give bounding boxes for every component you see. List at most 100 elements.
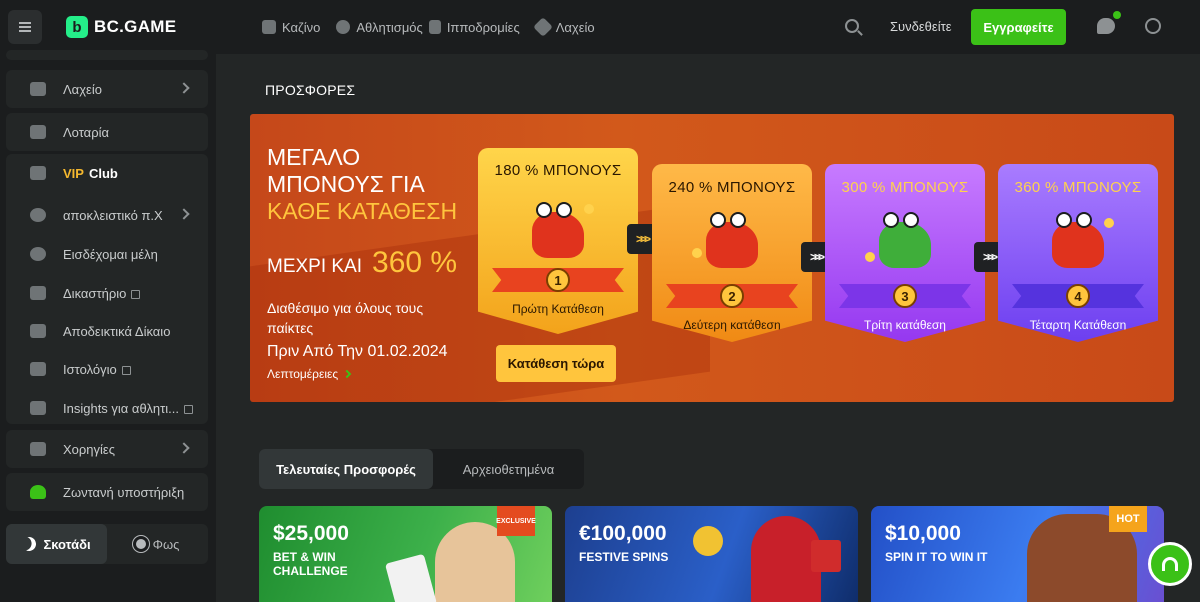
bonus-card-1[interactable]: 180 % ΜΠΟΝΟΥΣ 1 Πρώτη Κατάθεση xyxy=(478,148,638,334)
sidebar: Λαχείο Λοταρία VIP Club αποκλειστικό π.Χ … xyxy=(0,50,216,602)
upto-label: ΜΕΧΡΙ ΚΑΙ xyxy=(267,256,363,277)
mascot-body xyxy=(706,222,758,268)
nav-casino-label: Καζίνο xyxy=(282,19,321,35)
sidebar-item-label: Ζωντανή υποστήριξη xyxy=(63,484,185,500)
court-icon xyxy=(30,286,46,300)
chat-icon[interactable] xyxy=(1097,18,1115,34)
sidebar-item-vip-club[interactable]: VIP Club xyxy=(6,154,208,192)
coin-icon xyxy=(692,248,702,258)
sidebar-item-label: Χορηγίες xyxy=(63,441,115,457)
exclusive-badge: EXCLUSIVE xyxy=(496,506,536,536)
promo-subtitle-line: FESTIVE SPINS xyxy=(579,550,669,564)
club-label: Club xyxy=(88,165,118,181)
mascot-eye xyxy=(903,212,919,228)
logo-text: BC.GAME xyxy=(94,17,177,36)
promo-card-spin-to-win[interactable]: $10,000 SPIN IT TO WIN IT HOT xyxy=(871,506,1164,602)
chevron-right-icon xyxy=(178,208,190,220)
theme-light-button[interactable]: Φως xyxy=(107,524,208,564)
nav-casino[interactable]: Καζίνο xyxy=(262,20,320,35)
bonus-card-2[interactable]: 240 % ΜΠΟΝΟΥΣ 2 Δεύτερη κατάθεση xyxy=(652,164,812,342)
nav-sports-label: Αθλητισμός xyxy=(356,19,423,35)
mascot-eye xyxy=(556,202,572,218)
logo[interactable]: b BC.GAME xyxy=(66,16,176,38)
ticket-icon xyxy=(30,82,46,96)
promo-amount: $10,000 xyxy=(885,522,961,545)
sidebar-item-label: Ιστολόγιο xyxy=(63,361,117,377)
details-link[interactable]: Λεπτομέρειες xyxy=(267,367,352,381)
theme-dark-button[interactable]: Σκοτάδι xyxy=(6,524,107,564)
menu-toggle-button[interactable] xyxy=(8,10,42,44)
casino-icon xyxy=(262,20,276,34)
lottery-balls-icon xyxy=(30,125,46,139)
details-link-label: Λεπτομέρειες xyxy=(267,367,339,381)
crocodile-mascot-icon xyxy=(1042,208,1114,272)
sidebar-item-live-support[interactable]: Ζωντανή υποστήριξη xyxy=(6,473,208,511)
sidebar-item-label: Αποδεικτικά Δίκαιο xyxy=(63,323,171,339)
horse-racing-icon xyxy=(428,20,441,34)
register-button[interactable]: Εγγραφείτε xyxy=(971,9,1066,45)
deposit-now-button[interactable]: Κατάθεση τώρα xyxy=(496,345,616,382)
sidebar-item-label: Insights για αθλητι... xyxy=(63,400,180,416)
mascot-body xyxy=(1052,222,1104,268)
sidebar-item-blog[interactable]: Ιστολόγιο xyxy=(6,350,208,388)
bonus-card-title: 180 % ΜΠΟΝΟΥΣ xyxy=(494,162,622,179)
banner-title-line: ΜΕΓΑΛΟ xyxy=(267,144,361,170)
login-button[interactable]: Συνδεθείτε xyxy=(890,19,952,34)
external-link-icon xyxy=(121,365,131,375)
bonus-card-title: 300 % ΜΠΟΝΟΥΣ xyxy=(841,179,969,196)
mascot-eye xyxy=(883,212,899,228)
promo-subtitle-line: SPIN IT TO WIN IT xyxy=(885,550,988,564)
bonus-step-number: 4 xyxy=(1066,284,1090,308)
sidebar-item-court[interactable]: Δικαστήριο xyxy=(6,274,208,312)
bonus-card-3[interactable]: 300 % ΜΠΟΝΟΥΣ 3 Τρίτη κατάθεση xyxy=(825,164,985,342)
gift-box-icon xyxy=(811,540,841,572)
crocodile-mascot-icon xyxy=(692,208,768,272)
deposit-bonus-banner: ΜΕΓΑΛΟ ΜΠΟΝΟΥΣ ΓΙΑ ΚΑΘΕ ΚΑΤΑΘΕΣΗ ΜΕΧΡΙ Κ… xyxy=(250,114,1174,402)
theme-light-label: Φως xyxy=(152,536,180,552)
sidebar-item-insights[interactable]: Insights για αθλητι... xyxy=(6,389,208,427)
promo-card-festive-spins[interactable]: €100,000 FESTIVE SPINS xyxy=(565,506,858,602)
promo-subtitle-line: CHALLENGE xyxy=(273,564,348,578)
insights-icon xyxy=(30,401,46,415)
bonus-card-label: Πρώτη Κατάθεση xyxy=(512,302,604,316)
coin-icon xyxy=(1104,218,1114,228)
bonus-step-number: 1 xyxy=(546,268,570,292)
sports-icon xyxy=(336,20,351,34)
tab-latest-offers[interactable]: Τελευταίες Προσφορές xyxy=(259,449,433,489)
bonus-card-title: 360 % ΜΠΟΝΟΥΣ xyxy=(1014,179,1142,196)
promo-card-bet-win[interactable]: $25,000 BET & WIN CHALLENGE EXCLUSIVE xyxy=(259,506,552,602)
globe-icon[interactable] xyxy=(1145,18,1161,34)
chevron-right-icon xyxy=(342,369,352,379)
sponsorship-icon xyxy=(30,442,46,456)
bonus-card-label: Δεύτερη κατάθεση xyxy=(683,318,781,332)
sidebar-item-lottery[interactable]: Λαχείο xyxy=(6,70,208,108)
tab-archived[interactable]: Αρχειοθετημένα xyxy=(433,449,584,489)
promo-subtitle-line: BET & WIN xyxy=(273,550,336,564)
live-support-button[interactable] xyxy=(1148,542,1192,586)
sidebar-item-raffle[interactable]: Λοταρία xyxy=(6,113,208,151)
coin-icon xyxy=(693,526,723,556)
bonus-step-number: 3 xyxy=(893,284,917,308)
nav-horse-racing[interactable]: Ιπποδρομίες xyxy=(428,20,520,35)
page-title: ΠΡΟΣΦΟΡΕΣ xyxy=(265,82,356,98)
promotions-tabs: Τελευταίες Προσφορές Αρχειοθετημένα xyxy=(259,449,584,489)
nav-sports[interactable]: Αθλητισμός xyxy=(336,19,423,35)
bonus-step-number: 2 xyxy=(720,284,744,308)
nav-lottery[interactable]: Λαχείο xyxy=(532,17,595,37)
crown-icon xyxy=(30,166,46,180)
crocodile-mascot-icon xyxy=(865,208,941,272)
playing-card-icon xyxy=(384,553,438,602)
sidebar-item-exclusive[interactable]: αποκλειστικό π.Χ xyxy=(6,196,208,234)
sidebar-item-label: Εισδέχομαι μέλη xyxy=(63,246,158,262)
mascot-body xyxy=(879,222,931,268)
sidebar-item-sponsorship[interactable]: Χορηγίες xyxy=(6,430,208,468)
sidebar-item-referral[interactable]: Εισδέχομαι μέλη xyxy=(6,235,208,273)
search-icon[interactable] xyxy=(845,19,859,33)
logo-mark-icon: b xyxy=(66,16,88,38)
bonus-card-4[interactable]: 360 % ΜΠΟΝΟΥΣ 4 Τέταρτη Κατάθεση xyxy=(998,164,1158,342)
coin-icon xyxy=(865,252,875,262)
sidebar-item-fairness[interactable]: Αποδεικτικά Δίκαιο xyxy=(6,312,208,350)
chevron-right-icon xyxy=(178,82,190,94)
promo-amount: €100,000 xyxy=(579,522,667,545)
hamburger-icon xyxy=(19,26,31,28)
